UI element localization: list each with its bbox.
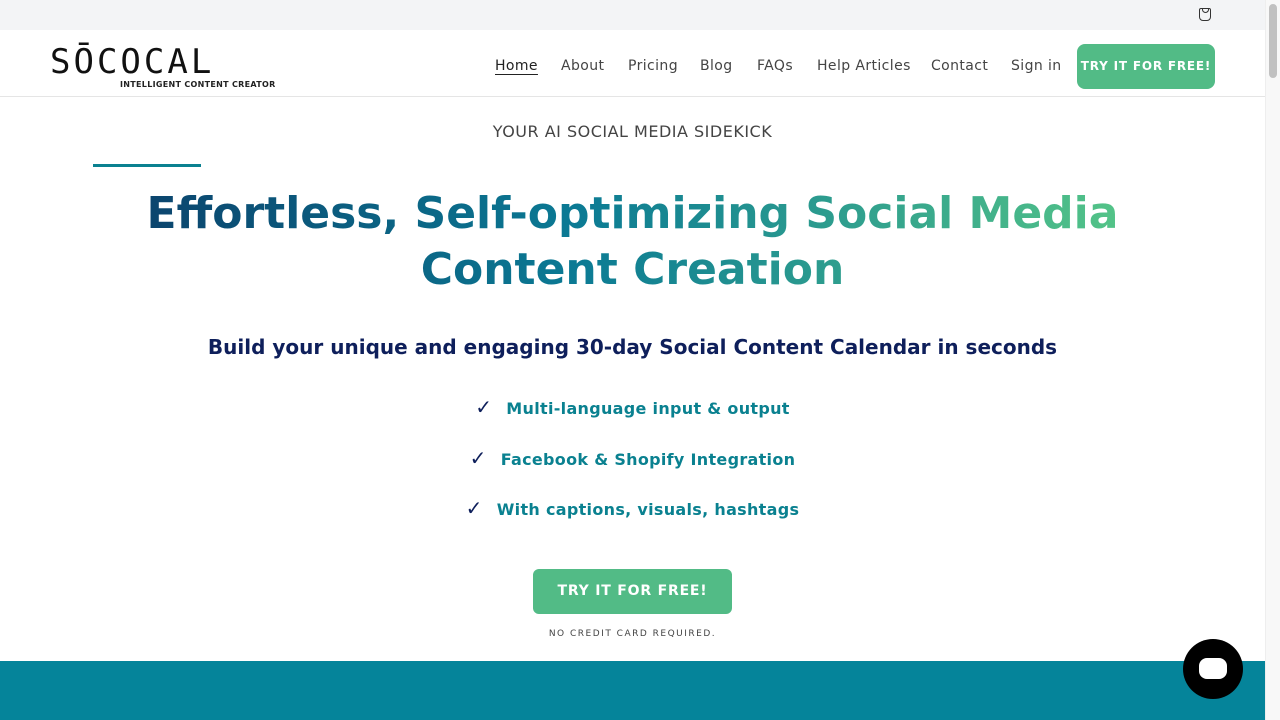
nav-contact[interactable]: Contact [931, 58, 988, 74]
site-header: SŌCOCAL INTELLIGENT CONTENT CREATOR Home… [0, 30, 1265, 97]
divider [93, 164, 201, 167]
hero-eyebrow: YOUR AI SOCIAL MEDIA SIDEKICK [492, 122, 773, 141]
feature-label: With captions, visuals, hashtags [496, 500, 800, 519]
check-icon: ✓ [475, 395, 493, 419]
feature-item: ✓ Facebook & Shopify Integration [0, 446, 1265, 470]
nav-sign-in[interactable]: Sign in [1011, 58, 1062, 74]
check-icon: ✓ [469, 446, 487, 470]
chat-widget-icon[interactable] [1183, 639, 1243, 699]
logo-text: SŌCOCAL [50, 42, 215, 82]
cart-icon[interactable] [1199, 8, 1211, 21]
nav-help-articles[interactable]: Help Articles [817, 58, 911, 74]
scrollbar-thumb[interactable] [1269, 4, 1277, 78]
feature-item: ✓ Multi-language input & output [0, 395, 1265, 419]
hero-title: Effortless, Self-optimizing Social Media… [60, 186, 1205, 298]
feature-label: Multi-language input & output [506, 399, 790, 418]
scrollbar[interactable] [1265, 0, 1280, 720]
nav-faqs[interactable]: FAQs [757, 58, 793, 74]
feature-item: ✓ With captions, visuals, hashtags [0, 496, 1265, 520]
hero-try-free-button[interactable]: TRY IT FOR FREE! [533, 569, 732, 614]
teal-section [0, 661, 1265, 720]
logo[interactable]: SŌCOCAL INTELLIGENT CONTENT CREATOR [50, 44, 276, 89]
hero-subtitle: Build your unique and engaging 30-day So… [207, 335, 1058, 359]
nav-about[interactable]: About [561, 58, 604, 74]
logo-tagline: INTELLIGENT CONTENT CREATOR [120, 80, 276, 89]
no-credit-card-note: NO CREDIT CARD REQUIRED. [548, 629, 717, 639]
nav-pricing[interactable]: Pricing [628, 58, 678, 74]
nav-home[interactable]: Home [495, 58, 538, 74]
nav-blog[interactable]: Blog [700, 58, 733, 74]
check-icon: ✓ [465, 496, 483, 520]
header-try-free-button[interactable]: TRY IT FOR FREE! [1077, 44, 1215, 89]
feature-label: Facebook & Shopify Integration [500, 450, 796, 469]
announcement-bar [0, 0, 1265, 30]
